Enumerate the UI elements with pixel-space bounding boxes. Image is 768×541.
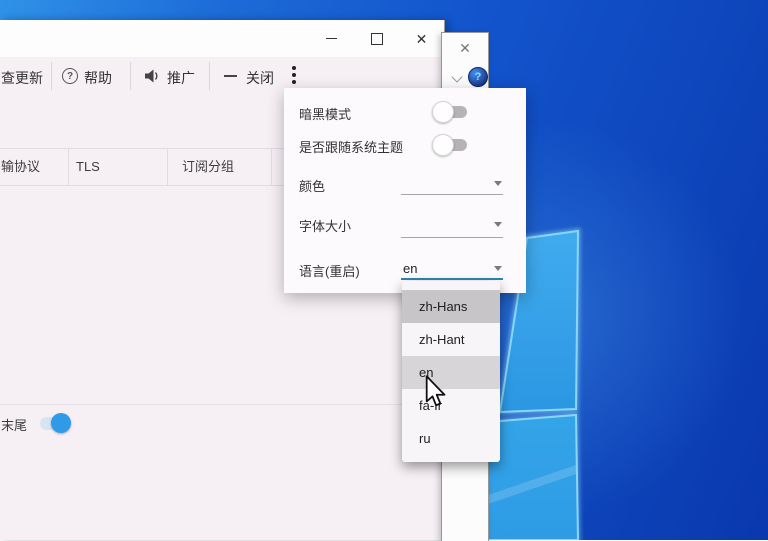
column-separator <box>167 149 168 185</box>
maximize-icon <box>371 33 383 45</box>
column-header-subscription[interactable]: 订阅分组 <box>182 149 234 185</box>
column-header-protocol[interactable]: 输协议 <box>1 149 40 185</box>
settings-panel: 暗黑模式 是否跟随系统主题 颜色 字体大小 语言(重启) en <box>284 88 526 293</box>
follow-system-label: 是否跟随系统主题 <box>299 137 403 156</box>
promote-button[interactable]: 推广 <box>167 68 195 88</box>
column-separator <box>68 149 69 185</box>
close-icon[interactable]: ✕ <box>442 40 488 57</box>
chevron-down-icon[interactable] <box>494 181 502 186</box>
chevron-down-icon[interactable] <box>494 266 502 271</box>
language-dropdown-field[interactable] <box>401 278 503 280</box>
font-size-label: 字体大小 <box>299 216 351 235</box>
separator <box>51 62 52 90</box>
close-button[interactable]: ✕ <box>399 20 444 57</box>
help-badge-icon[interactable]: ? <box>468 67 488 87</box>
speaker-icon <box>143 68 159 84</box>
minimize-button[interactable] <box>309 20 354 57</box>
separator <box>130 62 131 90</box>
language-option-en[interactable]: en <box>402 356 500 389</box>
toggle-thumb[interactable] <box>51 413 71 433</box>
language-option-fa-ir[interactable]: fa-Ir <box>402 389 500 422</box>
language-option-zh-hans[interactable]: zh-Hans <box>402 290 500 323</box>
language-value[interactable]: en <box>403 261 417 276</box>
language-dropdown-list: zh-Hans zh-Hant en fa-Ir ru <box>402 281 500 462</box>
separator <box>209 62 210 90</box>
dark-mode-label: 暗黑模式 <box>299 104 351 123</box>
language-option-zh-hant[interactable]: zh-Hant <box>402 323 500 356</box>
help-circle-icon: ? <box>62 68 78 84</box>
column-separator <box>271 149 272 185</box>
color-label: 颜色 <box>299 176 325 195</box>
mouse-cursor <box>424 375 448 409</box>
window-controls: ✕ <box>309 20 444 57</box>
language-option-ru[interactable]: ru <box>402 422 500 455</box>
divider <box>0 404 444 405</box>
font-size-dropdown[interactable] <box>401 237 503 238</box>
scroll-to-end-label: 末尾 <box>1 415 27 434</box>
chevron-down-icon[interactable] <box>494 222 502 227</box>
minimize-icon <box>326 38 337 40</box>
chevron-down-icon[interactable] <box>451 71 462 82</box>
toggle-thumb[interactable] <box>432 134 454 156</box>
color-dropdown[interactable] <box>401 194 503 195</box>
close-icon: ✕ <box>416 32 428 46</box>
toggle-thumb[interactable] <box>432 101 454 123</box>
desktop: ✕ 查更新 ? 帮助 推广 关闭 输协议 TLS 订阅分组 <box>0 0 768 540</box>
column-header-tls[interactable]: TLS <box>76 149 100 185</box>
minus-icon <box>224 75 237 77</box>
maximize-button[interactable] <box>354 20 399 57</box>
language-label: 语言(重启) <box>299 261 360 280</box>
close-app-button[interactable]: 关闭 <box>246 68 274 88</box>
check-update-button[interactable]: 查更新 <box>1 68 43 88</box>
titlebar: ✕ <box>0 20 444 57</box>
more-menu-button[interactable] <box>292 66 296 84</box>
help-button[interactable]: 帮助 <box>84 68 112 88</box>
